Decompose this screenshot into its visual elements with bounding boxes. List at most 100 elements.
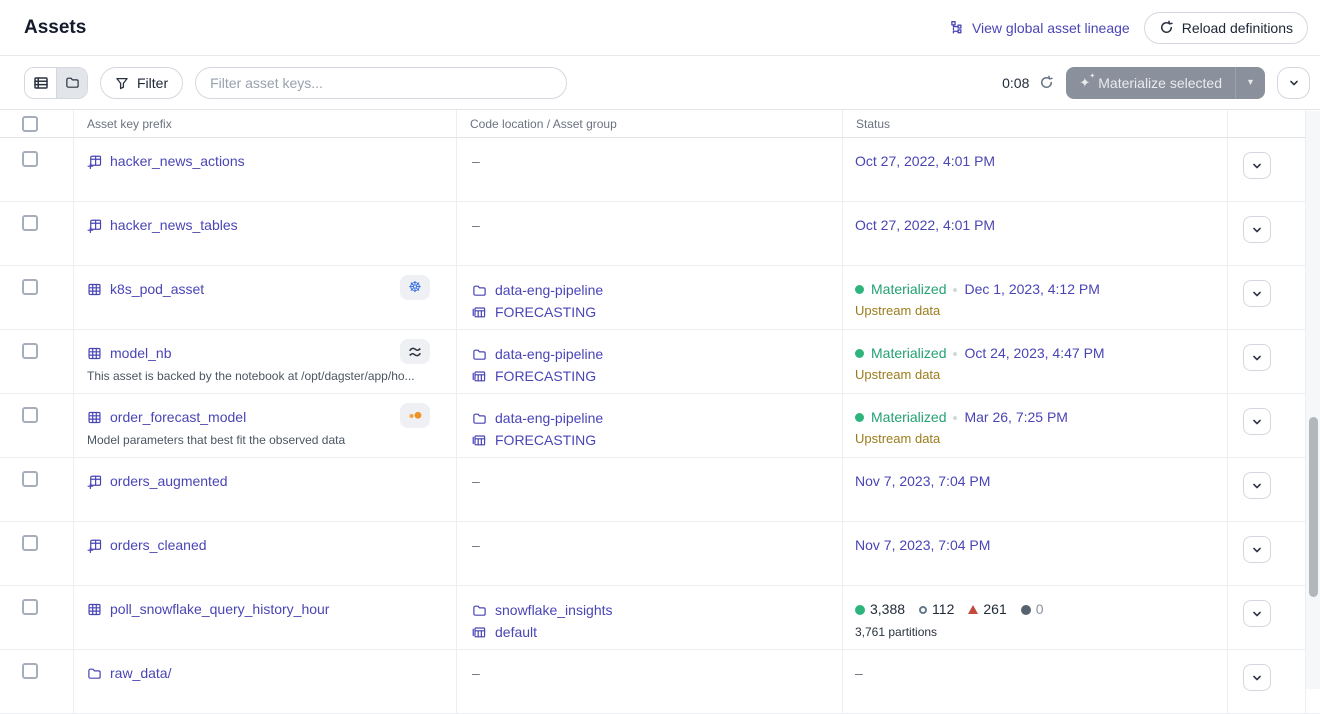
asset-filter-input[interactable] bbox=[195, 67, 567, 99]
code-location-link[interactable]: data-eng-pipeline bbox=[495, 279, 603, 301]
table-plus-icon bbox=[87, 154, 102, 169]
noteable-badge bbox=[400, 339, 430, 364]
status-cell: 3,38811226103,761 partitions bbox=[843, 586, 1228, 649]
status-line: Oct 27, 2022, 4:01 PM bbox=[855, 215, 1227, 236]
table-row: poll_snowflake_query_history_hour snowfla… bbox=[0, 586, 1320, 650]
materialization-timestamp-link[interactable]: Nov 7, 2023, 7:04 PM bbox=[855, 535, 990, 556]
folder-icon bbox=[472, 603, 487, 618]
asset-group-link[interactable]: FORECASTING bbox=[495, 429, 596, 451]
row-expand-button[interactable] bbox=[1243, 600, 1271, 627]
code-location-cell: – bbox=[457, 138, 843, 201]
row-expand-button[interactable] bbox=[1243, 344, 1271, 371]
code-location-link[interactable]: snowflake_insights bbox=[495, 599, 613, 621]
row-expand-button[interactable] bbox=[1243, 152, 1271, 179]
upstream-data-tag[interactable]: Upstream data bbox=[855, 431, 1227, 446]
asset-link[interactable]: hacker_news_actions bbox=[110, 151, 245, 172]
asset-link[interactable]: orders_cleaned bbox=[110, 535, 207, 556]
materialize-selected-button[interactable]: ✦✦ Materialize selected bbox=[1066, 67, 1235, 99]
materialize-button-label: Materialize selected bbox=[1098, 75, 1222, 91]
refresh-button[interactable] bbox=[1039, 75, 1054, 90]
scrollbar-thumb[interactable] bbox=[1309, 417, 1318, 597]
folder-icon bbox=[472, 283, 487, 298]
asset-link[interactable]: raw_data/ bbox=[110, 663, 171, 684]
row-checkbox[interactable] bbox=[22, 407, 38, 423]
asset-group-line: FORECASTING bbox=[472, 301, 842, 323]
row-expand-button[interactable] bbox=[1243, 536, 1271, 563]
list-view-button[interactable] bbox=[25, 68, 56, 98]
partition-count[interactable]: 112 bbox=[919, 599, 954, 620]
folder-view-icon bbox=[65, 75, 80, 90]
upstream-data-tag[interactable]: Upstream data bbox=[855, 367, 1227, 382]
reload-definitions-button[interactable]: Reload definitions bbox=[1144, 12, 1308, 44]
status-cell: Nov 7, 2023, 7:04 PM bbox=[843, 458, 1228, 521]
filter-button[interactable]: Filter bbox=[100, 67, 183, 99]
row-checkbox[interactable] bbox=[22, 535, 38, 551]
status-line: Materialized Mar 26, 7:25 PM bbox=[855, 407, 1227, 428]
row-actions-cell bbox=[1228, 266, 1306, 329]
row-checkbox[interactable] bbox=[22, 279, 38, 295]
row-select-cell bbox=[0, 266, 74, 329]
chevron-down-icon bbox=[1250, 351, 1264, 365]
table-icon bbox=[87, 282, 102, 297]
status-cell: Oct 27, 2022, 4:01 PM bbox=[843, 138, 1228, 201]
table-row: k8s_pod_asset☸data-eng-pipelineFORECASTI… bbox=[0, 266, 1320, 330]
materialization-timestamp-link[interactable]: Oct 27, 2022, 4:01 PM bbox=[855, 151, 995, 172]
folder-view-button[interactable] bbox=[56, 68, 87, 98]
asset-link[interactable]: hacker_news_tables bbox=[110, 215, 238, 236]
row-expand-button[interactable] bbox=[1243, 664, 1271, 691]
materialization-timestamp-link[interactable]: Oct 27, 2022, 4:01 PM bbox=[855, 215, 995, 236]
asset-group-link[interactable]: default bbox=[495, 621, 537, 643]
refresh-countdown: 0:08 bbox=[1002, 75, 1029, 91]
asset-cell: orders_augmented bbox=[74, 458, 457, 521]
asset-group-link[interactable]: FORECASTING bbox=[495, 301, 596, 323]
table-header: Asset key prefix Code location / Asset g… bbox=[0, 110, 1320, 138]
asset-group-link[interactable]: FORECASTING bbox=[495, 365, 596, 387]
row-select-cell bbox=[0, 202, 74, 265]
empty-value: – bbox=[472, 153, 480, 169]
row-checkbox[interactable] bbox=[22, 663, 38, 679]
materialized-label: Materialized bbox=[871, 407, 946, 428]
asset-link[interactable]: poll_snowflake_query_history_hour bbox=[110, 599, 329, 620]
asset-link[interactable]: order_forecast_model bbox=[110, 407, 246, 428]
materialization-timestamp-link[interactable]: Oct 24, 2023, 4:47 PM bbox=[964, 343, 1104, 364]
upstream-data-tag[interactable]: Upstream data bbox=[855, 303, 1227, 318]
row-actions-cell bbox=[1228, 650, 1306, 713]
asset-cell: poll_snowflake_query_history_hour bbox=[74, 586, 457, 649]
code-location-link[interactable]: data-eng-pipeline bbox=[495, 407, 603, 429]
materialize-selected-group: ✦✦ Materialize selected ▾ bbox=[1066, 67, 1265, 99]
partition-count[interactable]: 0 bbox=[1021, 599, 1044, 620]
row-checkbox[interactable] bbox=[22, 343, 38, 359]
row-expand-button[interactable] bbox=[1243, 472, 1271, 499]
materialization-timestamp-link[interactable]: Dec 1, 2023, 4:12 PM bbox=[964, 279, 1099, 300]
materialization-timestamp-link[interactable]: Nov 7, 2023, 7:04 PM bbox=[855, 471, 990, 492]
row-checkbox[interactable] bbox=[22, 151, 38, 167]
partition-count[interactable]: 261 bbox=[968, 599, 1006, 620]
asset-cell: hacker_news_actions bbox=[74, 138, 457, 201]
partition-count[interactable]: 3,388 bbox=[855, 599, 905, 620]
row-expand-button[interactable] bbox=[1243, 408, 1271, 435]
row-expand-button[interactable] bbox=[1243, 216, 1271, 243]
status-line: Nov 7, 2023, 7:04 PM bbox=[855, 535, 1227, 556]
select-all-checkbox[interactable] bbox=[22, 116, 38, 132]
empty-value: – bbox=[855, 665, 863, 681]
asset-cell: model_nbThis asset is backed by the note… bbox=[74, 330, 457, 393]
asset-link[interactable]: k8s_pod_asset bbox=[110, 279, 204, 300]
materialize-options-button[interactable]: ▾ bbox=[1235, 67, 1265, 99]
code-location-cell: data-eng-pipelineFORECASTING bbox=[457, 330, 843, 393]
row-checkbox[interactable] bbox=[22, 215, 38, 231]
view-global-asset-lineage-link[interactable]: View global asset lineage bbox=[950, 20, 1130, 36]
code-location-link[interactable]: data-eng-pipeline bbox=[495, 343, 603, 365]
row-checkbox[interactable] bbox=[22, 599, 38, 615]
chevron-down-icon bbox=[1287, 76, 1301, 90]
table-row: orders_augmented–Nov 7, 2023, 7:04 PM bbox=[0, 458, 1320, 522]
row-expand-button[interactable] bbox=[1243, 280, 1271, 307]
separator-dot-icon bbox=[953, 288, 957, 292]
asset-link[interactable]: orders_augmented bbox=[110, 471, 228, 492]
row-checkbox[interactable] bbox=[22, 471, 38, 487]
table-plus-icon bbox=[87, 218, 102, 233]
toolbar: Filter 0:08 ✦✦ Materialize selected ▾ bbox=[0, 56, 1320, 110]
materialization-timestamp-link[interactable]: Mar 26, 7:25 PM bbox=[964, 407, 1068, 428]
asset-link[interactable]: model_nb bbox=[110, 343, 172, 364]
scrollbar-track[interactable] bbox=[1306, 111, 1320, 689]
toolbar-collapse-button[interactable] bbox=[1277, 67, 1310, 99]
